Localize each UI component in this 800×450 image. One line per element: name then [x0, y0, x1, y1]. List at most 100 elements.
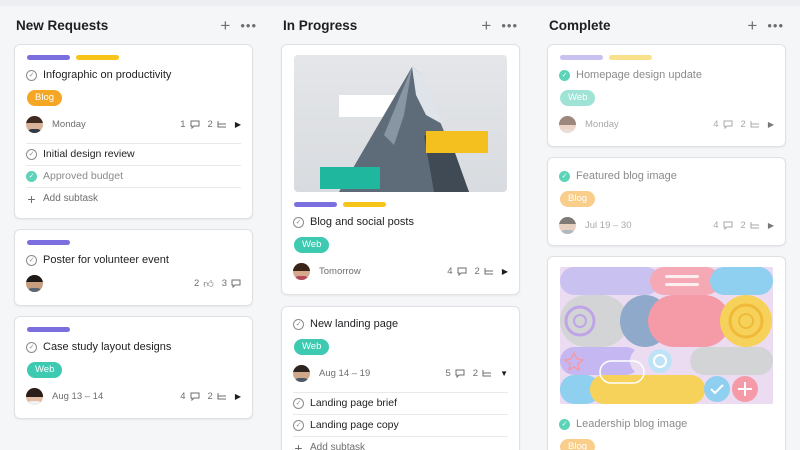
expand-subtasks-icon[interactable]: ▶ [235, 392, 241, 401]
avatar[interactable] [26, 275, 43, 292]
subtask-check-icon[interactable]: ✓ [293, 397, 304, 409]
purple-label-bar [27, 55, 70, 60]
subtask-check-icon[interactable]: ✓ [293, 419, 304, 431]
task-title-row: ✓ Blog and social posts [293, 216, 519, 228]
task-card[interactable]: ✓ Blog and social posts Web Tomorrow 4 2… [281, 44, 520, 295]
task-counts: 5 2 ▼ [445, 368, 508, 379]
subtask-count: 2 [740, 118, 746, 130]
yellow-label-bar [76, 55, 119, 60]
expand-subtasks-icon[interactable]: ▶ [502, 267, 508, 276]
tag-web[interactable]: Web [294, 339, 330, 355]
subtask-item[interactable]: ✓ Initial design review [26, 144, 241, 166]
subtask-item[interactable]: ✓ Landing page brief [293, 393, 508, 415]
more-options-icon[interactable]: ••• [240, 19, 257, 32]
column-title: Complete [549, 17, 611, 33]
task-counts: 4 2 ▶ [713, 220, 774, 231]
task-card[interactable]: ✓ Case study layout designs Web Aug 13 –… [14, 316, 253, 419]
subtask-check-icon[interactable]: ✓ [26, 148, 37, 160]
task-card[interactable]: ✓ Homepage design update Web Monday 4 2 … [547, 44, 786, 147]
subtask-count: 2 [472, 367, 479, 379]
plus-icon: + [27, 190, 36, 207]
add-subtask-label: Add subtask [310, 442, 366, 450]
task-title-row: ✓ Featured blog image [559, 170, 785, 182]
subtask-done-check-icon[interactable]: ✓ [26, 170, 37, 182]
task-counts: 4 2 ▶ [447, 266, 508, 277]
due-date: Monday [585, 118, 619, 130]
purple-label-bar [560, 55, 603, 60]
comment-icon [455, 369, 465, 378]
task-card[interactable]: ✓ Leadership blog image Blog [547, 256, 786, 450]
subtask-label: Approved budget [43, 170, 123, 182]
complete-check-icon[interactable]: ✓ [26, 254, 37, 266]
yellow-label-bar [609, 55, 652, 60]
purple-label-bar [27, 327, 70, 332]
subtask-item[interactable]: ✓ Landing page copy [293, 415, 508, 437]
task-counts: 1 2 ▶ [180, 119, 241, 130]
avatar[interactable] [26, 115, 43, 133]
expand-subtasks-icon[interactable]: ▶ [235, 120, 241, 129]
avatar[interactable] [293, 262, 310, 280]
subtask-count: 2 [207, 118, 213, 130]
more-options-icon[interactable]: ••• [501, 19, 518, 32]
comment-count: 4 [713, 219, 719, 231]
complete-check-icon[interactable]: ✓ [26, 69, 37, 81]
task-title-row: ✓ Poster for volunteer event [26, 254, 252, 266]
task-counts: 4 2 ▶ [180, 391, 241, 402]
expand-subtasks-icon[interactable]: ▶ [768, 120, 774, 129]
due-date: Jul 19 – 30 [585, 219, 632, 231]
tag-web[interactable]: Web [27, 362, 63, 378]
thumbs-up-icon[interactable]: 👍︎ [203, 278, 213, 290]
avatar[interactable] [293, 364, 310, 382]
collapse-subtasks-icon[interactable]: ▼ [500, 369, 508, 378]
avatar[interactable] [26, 387, 43, 405]
task-title-row: ✓ New landing page [293, 318, 519, 330]
subtask-icon [217, 120, 226, 127]
column-header: Complete + ••• [547, 6, 800, 44]
label-bars [27, 240, 252, 245]
task-title: Poster for volunteer event [43, 254, 169, 266]
completed-check-icon[interactable]: ✓ [559, 170, 570, 182]
task-card[interactable]: ✓ Featured blog image Blog Jul 19 – 30 4… [547, 157, 786, 246]
like-count: 2 [193, 278, 200, 289]
task-card[interactable]: ✓ Poster for volunteer event 2 👍︎ 3 [14, 229, 253, 306]
task-title-row: ✓ Case study layout designs [26, 341, 252, 353]
complete-check-icon[interactable]: ✓ [293, 216, 304, 228]
comment-count: 1 [180, 118, 186, 130]
add-task-icon[interactable]: + [747, 17, 757, 34]
comment-icon [231, 279, 241, 288]
tag-web[interactable]: Web [294, 237, 330, 253]
due-date: Aug 14 – 19 [319, 367, 371, 379]
avatar[interactable] [559, 115, 576, 133]
completed-check-icon[interactable]: ✓ [559, 69, 570, 81]
complete-check-icon[interactable]: ✓ [26, 341, 37, 353]
cover-image[interactable] [294, 55, 507, 192]
label-bars [27, 327, 252, 332]
yellow-label-bar [343, 202, 386, 207]
subtask-count: 2 [740, 219, 746, 231]
subtask-item[interactable]: ✓ Approved budget [26, 166, 241, 188]
completed-check-icon[interactable]: ✓ [559, 418, 570, 430]
tag-blog[interactable]: Blog [27, 90, 63, 106]
avatar[interactable] [559, 216, 576, 234]
comment-count: 4 [447, 265, 453, 277]
expand-subtasks-icon[interactable]: ▶ [768, 221, 774, 230]
tag-web[interactable]: Web [560, 90, 596, 106]
comment-icon [457, 267, 467, 276]
tag-blog[interactable]: Blog [560, 191, 596, 207]
task-counts: 4 2 ▶ [713, 119, 774, 130]
add-subtask-button[interactable]: + Add subtask [293, 437, 508, 450]
add-task-icon[interactable]: + [481, 17, 491, 34]
complete-check-icon[interactable]: ✓ [293, 318, 304, 330]
tag-blog[interactable]: Blog [560, 439, 596, 450]
column-title: New Requests [16, 17, 109, 33]
cover-image[interactable] [560, 267, 773, 404]
task-card[interactable]: ✓ New landing page Web Aug 14 – 19 5 2 ▼… [281, 306, 520, 450]
task-card[interactable]: ✓ Infographic on productivity Blog Monda… [14, 44, 253, 219]
task-counts: 2 👍︎ 3 [194, 278, 241, 290]
more-options-icon[interactable]: ••• [767, 19, 784, 32]
add-subtask-button[interactable]: + Add subtask [26, 188, 241, 210]
comment-count: 4 [180, 390, 186, 402]
task-meta: Aug 14 – 19 5 2 ▼ [293, 364, 508, 382]
add-task-icon[interactable]: + [220, 17, 230, 34]
task-title-row: ✓ Infographic on productivity [26, 69, 252, 81]
